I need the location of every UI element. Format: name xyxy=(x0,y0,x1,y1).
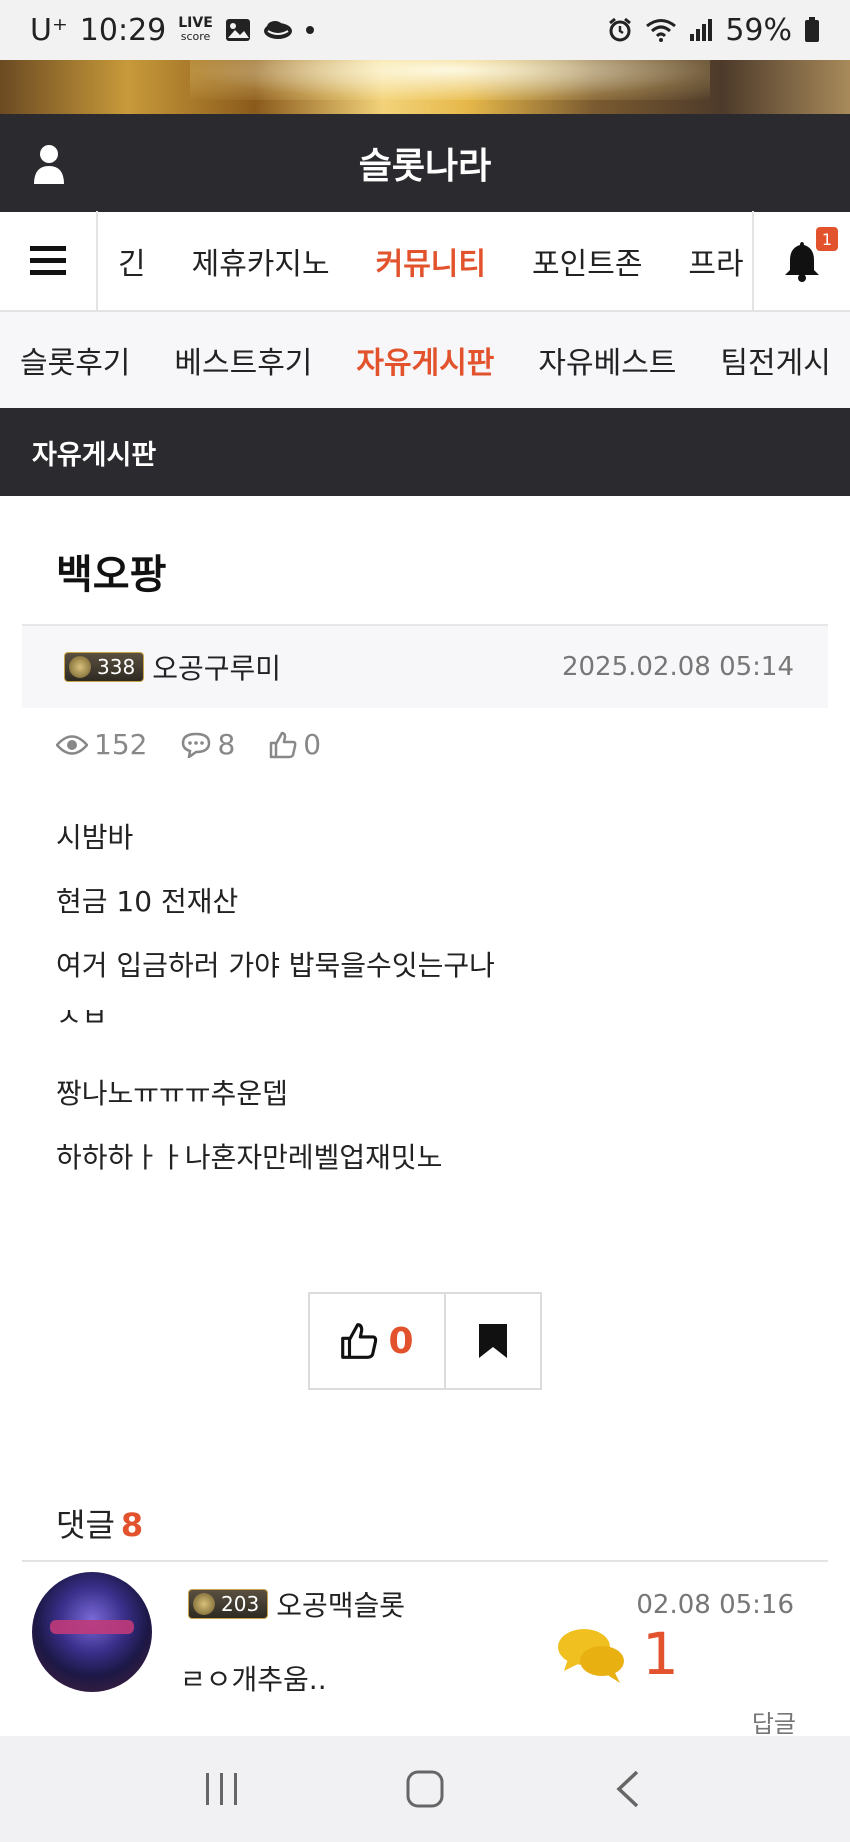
views-count: 152 xyxy=(94,728,148,761)
level-badge: 203 xyxy=(188,1589,269,1619)
eye-icon xyxy=(56,734,88,755)
comment-item: 203 오공맥슬롯 02.08 05:16 ㄹㅇ개추움.. 답글 xyxy=(22,1562,828,1738)
post-body: 시밤바 현금 10 전재산 여거 입금하러 가야 밥묵을수잇는구나 ㅅㅂ 짱나노… xyxy=(56,818,816,1202)
nav-item-partner-casino[interactable]: 제휴카지노 xyxy=(192,239,330,283)
author-name[interactable]: 오공구루미 xyxy=(152,647,281,687)
level-ring-icon xyxy=(69,656,91,678)
thumbs-up-icon xyxy=(341,1323,378,1359)
post-date: 2025.02.08 05:14 xyxy=(561,652,794,682)
comment-bubble-icon xyxy=(182,732,211,758)
home-button[interactable] xyxy=(385,1749,465,1829)
system-nav-bar xyxy=(0,1736,850,1842)
live-sub-label: score xyxy=(180,30,211,43)
site-title[interactable]: 슬롯나라 xyxy=(359,137,491,189)
notification-badge: 1 xyxy=(816,227,838,251)
comments-label: 댓글 xyxy=(56,1506,115,1544)
menu-button[interactable] xyxy=(0,211,98,311)
floating-chat-button[interactable]: 1 xyxy=(556,1620,679,1688)
battery-icon xyxy=(805,17,819,42)
recent-apps-icon xyxy=(205,1773,237,1805)
live-score-icon: LIVE score xyxy=(178,16,213,44)
app-header: 슬롯나라 xyxy=(0,114,850,212)
top-banner-image[interactable] xyxy=(0,60,850,114)
back-button[interactable] xyxy=(588,1749,668,1829)
live-label: LIVE xyxy=(178,15,213,31)
home-icon xyxy=(406,1770,444,1808)
level-badge: 338 xyxy=(64,652,145,682)
level-number: 338 xyxy=(97,655,136,679)
alarm-icon xyxy=(609,17,632,42)
views-stat: 152 xyxy=(56,728,147,761)
post-line: 짱나노ㅠㅠㅠ추운뎁 xyxy=(56,1077,288,1110)
like-button-count: 0 xyxy=(388,1320,414,1362)
comment-date: 02.08 05:16 xyxy=(636,1590,794,1620)
level-number: 203 xyxy=(221,1592,260,1616)
signal-icon xyxy=(690,19,713,41)
sub-nav: 슬롯후기 베스트후기 자유게시판 자유베스트 팀전게시 xyxy=(0,312,850,408)
floating-chat-count: 1 xyxy=(642,1620,679,1688)
carrier-label: U⁺ xyxy=(30,12,68,48)
sub-nav-free-best[interactable]: 자유베스트 xyxy=(538,338,676,382)
wifi-icon xyxy=(646,19,677,42)
like-button[interactable]: 0 xyxy=(310,1294,446,1388)
avatar-art xyxy=(50,1620,134,1634)
clock: 10:29 xyxy=(79,12,167,48)
comments-count: 8 xyxy=(217,728,236,761)
notification-button[interactable]: 1 xyxy=(752,211,850,311)
back-chevron-icon xyxy=(616,1770,639,1808)
post-author[interactable]: 338 오공구루미 xyxy=(64,647,281,687)
sub-nav-free-board[interactable]: 자유게시판 xyxy=(356,338,494,382)
comment-text: ㄹㅇ개추움.. xyxy=(180,1663,327,1696)
cloud-app-icon xyxy=(263,21,292,39)
sub-nav-best-review[interactable]: 베스트후기 xyxy=(174,338,312,382)
comment-author-name[interactable]: 오공맥슬롯 xyxy=(276,1584,405,1624)
post-line: ㅅㅂ xyxy=(56,1010,108,1032)
gallery-icon xyxy=(225,19,250,41)
post-meta: 338 오공구루미 2025.02.08 05:14 xyxy=(22,624,828,708)
nav-item-community[interactable]: 커뮤니티 xyxy=(376,239,486,283)
dot-icon xyxy=(305,26,314,34)
sub-nav-slot-review[interactable]: 슬롯후기 xyxy=(20,338,130,382)
post-title: 백오팡 xyxy=(56,552,167,598)
post-line: 여거 입금하러 가야 밥묵을수잇는구나 xyxy=(56,949,495,982)
post-stats: 152 8 0 xyxy=(56,728,321,761)
board-header: 자유게시판 xyxy=(0,408,850,496)
post-line: 하하하ㅏㅏ나혼자만레벨업재밋노 xyxy=(56,1141,443,1174)
sub-nav-team-board[interactable]: 팀전게시 xyxy=(720,338,830,382)
status-left: U⁺ 10:29 LIVE score xyxy=(30,13,315,48)
nav-item-partial-left[interactable]: 긴 xyxy=(118,239,146,283)
status-bar: U⁺ 10:29 LIVE score 59% xyxy=(0,0,850,60)
comments-header: 댓글 8 xyxy=(56,1500,143,1546)
nav-item-point-zone[interactable]: 포인트존 xyxy=(532,239,642,283)
battery-percent: 59% xyxy=(725,12,792,48)
recent-apps-button[interactable] xyxy=(182,1749,262,1829)
avatar[interactable] xyxy=(32,1572,152,1692)
post-line: 현금 10 전재산 xyxy=(56,885,239,918)
hamburger-icon xyxy=(30,246,66,275)
board-title: 자유게시판 xyxy=(32,439,157,471)
post-actions: 0 xyxy=(308,1292,542,1390)
main-nav: 긴 제휴카지노 커뮤니티 포인트존 프라 1 xyxy=(0,211,850,312)
likes-stat: 0 xyxy=(269,728,321,761)
banner-glow xyxy=(190,60,710,100)
reply-button[interactable]: 답글 xyxy=(752,1704,796,1739)
likes-count: 0 xyxy=(303,728,322,761)
post-line: 시밤바 xyxy=(56,821,134,854)
comment-author[interactable]: 203 오공맥슬롯 xyxy=(188,1584,405,1624)
user-icon[interactable] xyxy=(32,144,66,184)
comments-header-count: 8 xyxy=(120,1506,144,1544)
main-nav-items: 긴 제휴카지노 커뮤니티 포인트존 프라 xyxy=(98,212,752,310)
bookmark-button[interactable] xyxy=(446,1294,540,1388)
chat-bubbles-icon xyxy=(558,1629,624,1683)
nav-item-partial-right[interactable]: 프라 xyxy=(688,239,743,283)
status-right: 59% xyxy=(607,13,820,48)
thumbs-up-icon xyxy=(270,731,297,758)
comments-stat: 8 xyxy=(181,728,235,761)
level-ring-icon xyxy=(193,1593,215,1615)
bookmark-icon xyxy=(479,1324,507,1358)
